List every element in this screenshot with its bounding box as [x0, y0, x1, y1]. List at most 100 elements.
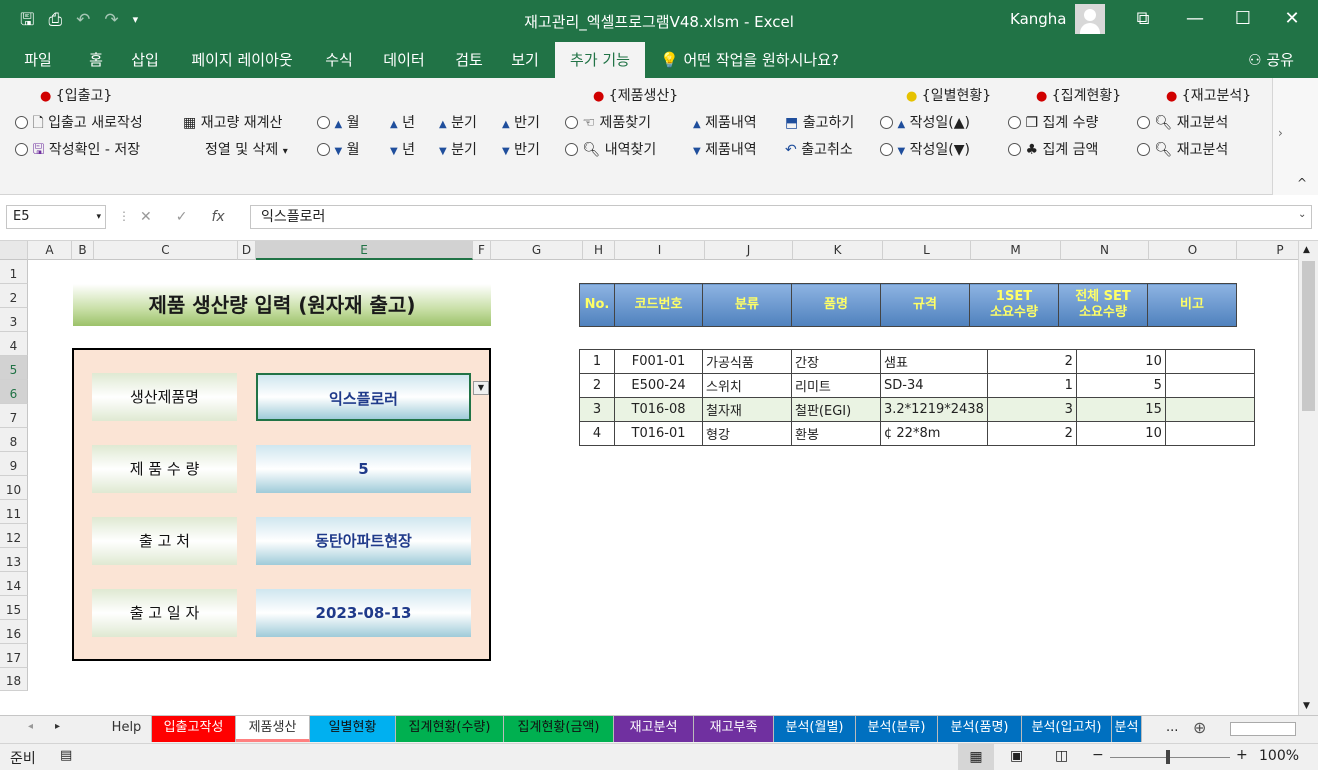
table-cell[interactable]: 철판(EGI) — [791, 397, 881, 422]
next-sheet-icon[interactable]: ▸ — [55, 721, 60, 732]
add-sheet-icon[interactable]: ⊕ — [1193, 718, 1206, 737]
zoom-level[interactable]: 100% — [1259, 748, 1299, 764]
select-all-corner[interactable] — [0, 241, 28, 260]
column-header-e[interactable]: E — [256, 241, 473, 260]
column-header-b[interactable]: B — [72, 241, 94, 260]
scroll-down-icon[interactable]: ▼ — [1303, 701, 1310, 711]
table-cell[interactable] — [1164, 397, 1255, 422]
sheet-tab[interactable]: 집계현황(수량) — [396, 716, 504, 742]
table-cell[interactable] — [1164, 373, 1255, 398]
recalc-button[interactable]: ▦ 재고량 재계산 — [183, 113, 282, 133]
destination-field[interactable]: 동탄아파트현장 — [256, 517, 471, 565]
share-button[interactable]: ⚇ 공유 — [1236, 42, 1306, 78]
date-down-button[interactable]: ▼ 작성일(▼) — [880, 140, 970, 162]
sheet-tab[interactable]: 집계현황(금액) — [504, 716, 614, 742]
table-cell[interactable]: 3 — [986, 397, 1077, 422]
prev-sheet-icon[interactable]: ◂ — [28, 721, 33, 732]
scroll-thumb[interactable] — [1302, 261, 1315, 411]
table-cell[interactable]: 샘표 — [880, 349, 988, 374]
table-cell[interactable]: 10 — [1075, 349, 1166, 374]
row-header-1[interactable]: 1 — [0, 260, 28, 284]
table-cell[interactable]: F001-01 — [614, 349, 703, 374]
row-header-7[interactable]: 7 — [0, 404, 28, 428]
row-header-5[interactable]: 5 — [0, 356, 28, 380]
chevron-right-icon[interactable]: › — [1278, 126, 1283, 140]
row-header-2[interactable]: 2 — [0, 284, 28, 308]
macro-record-icon[interactable]: ▤ — [60, 748, 72, 763]
sheet-tab[interactable]: 재고분석 — [614, 716, 694, 742]
product-detail-down-button[interactable]: ▼ 제품내역 — [693, 140, 757, 162]
column-header-k[interactable]: K — [793, 241, 883, 260]
column-header-m[interactable]: M — [971, 241, 1061, 260]
month-down-button[interactable]: ▼ 월 — [317, 140, 360, 162]
row-header-6[interactable]: 6 — [0, 380, 28, 404]
sheet-tab[interactable]: 재고부족 — [694, 716, 774, 742]
sheet-tab[interactable]: 분석(월별) — [774, 716, 856, 742]
sum-amount-button[interactable]: ♣ 집계 금액 — [1008, 140, 1098, 160]
page-layout-view-icon[interactable]: ▣ — [1010, 748, 1023, 764]
sheet-tab[interactable]: 분석(분류) — [856, 716, 938, 742]
sheet-tab[interactable]: 분석 — [1112, 716, 1142, 742]
sheet-tab[interactable]: 입출고작성 — [152, 716, 236, 742]
table-cell[interactable]: 형강 — [702, 421, 792, 446]
half-down-button[interactable]: ▼ 반기 — [502, 140, 540, 162]
row-header-3[interactable]: 3 — [0, 308, 28, 332]
scroll-up-icon[interactable]: ▲ — [1303, 245, 1310, 255]
ship-button[interactable]: ⬒ 출고하기 — [785, 113, 854, 133]
column-header-h[interactable]: H — [583, 241, 615, 260]
sheet-tab[interactable]: 제품생산 — [236, 716, 310, 742]
column-header-g[interactable]: G — [491, 241, 583, 260]
tab-home[interactable]: 홈 — [76, 42, 116, 78]
minimize-icon[interactable]: — — [1180, 6, 1210, 32]
close-icon[interactable]: ✕ — [1277, 6, 1307, 32]
quantity-field[interactable]: 5 — [256, 445, 471, 493]
row-header-17[interactable]: 17 — [0, 644, 28, 668]
zoom-out-icon[interactable]: − — [1092, 747, 1104, 763]
sort-delete-button[interactable]: 정열 및 삭제 ▾ — [205, 140, 288, 162]
tab-insert[interactable]: 삽입 — [122, 42, 168, 78]
column-header-j[interactable]: J — [705, 241, 793, 260]
row-header-4[interactable]: 4 — [0, 332, 28, 356]
normal-view-icon[interactable]: ▦ — [958, 744, 994, 770]
collapse-ribbon-icon[interactable]: ^ — [1297, 176, 1307, 190]
row-header-15[interactable]: 15 — [0, 596, 28, 620]
quarter-up-button[interactable]: ▲ 분기 — [439, 113, 477, 135]
table-cell[interactable]: SD-34 — [880, 373, 988, 398]
name-box[interactable]: E5 ▾ — [6, 205, 106, 229]
column-header-n[interactable]: N — [1061, 241, 1149, 260]
column-header-i[interactable]: I — [615, 241, 705, 260]
table-cell[interactable]: 간장 — [791, 349, 881, 374]
table-cell[interactable]: T016-08 — [614, 397, 703, 422]
sheet-tab[interactable]: 일별현황 — [310, 716, 396, 742]
row-header-12[interactable]: 12 — [0, 524, 28, 548]
tab-data[interactable]: 데이터 — [374, 42, 434, 78]
expand-formula-icon[interactable]: ⌄ — [1298, 209, 1306, 220]
cancel-icon[interactable]: ✕ — [140, 205, 152, 229]
tell-me-box[interactable]: 💡 어떤 작업을 원하시나요? — [660, 42, 870, 78]
tab-add-ins[interactable]: 추가 기능 — [555, 42, 645, 78]
table-cell[interactable]: T016-01 — [614, 421, 703, 446]
row-header-11[interactable]: 11 — [0, 500, 28, 524]
cancel-ship-button[interactable]: ↶ 출고취소 — [785, 140, 853, 160]
table-cell[interactable]: 스위치 — [702, 373, 792, 398]
tab-page-layout[interactable]: 페이지 레이아웃 — [180, 42, 304, 78]
vertical-scrollbar[interactable]: ▲ ▼ — [1298, 241, 1318, 715]
tab-view[interactable]: 보기 — [502, 42, 548, 78]
table-cell[interactable]: 1 — [579, 349, 615, 374]
sum-qty-button[interactable]: ❐ 집계 수량 — [1008, 113, 1098, 133]
half-up-button[interactable]: ▲ 반기 — [502, 113, 540, 135]
formula-input[interactable]: 익스플로러 — [250, 205, 1312, 229]
find-detail-button[interactable]: 🔍︎ 내역찾기 — [565, 140, 656, 160]
table-cell[interactable]: 15 — [1075, 397, 1166, 422]
row-header-13[interactable]: 13 — [0, 548, 28, 572]
stock-analysis-button-1[interactable]: 🔍︎ 재고분석 — [1137, 113, 1228, 133]
product-detail-up-button[interactable]: ▲ 제품내역 — [693, 113, 757, 135]
table-cell[interactable]: 2 — [986, 421, 1077, 446]
quarter-down-button[interactable]: ▼ 분기 — [439, 140, 477, 162]
table-cell[interactable]: 철자재 — [702, 397, 792, 422]
row-header-9[interactable]: 9 — [0, 452, 28, 476]
column-header-d[interactable]: D — [238, 241, 256, 260]
user-name[interactable]: Kangha — [1010, 10, 1067, 28]
avatar[interactable] — [1075, 4, 1105, 34]
row-header-10[interactable]: 10 — [0, 476, 28, 500]
